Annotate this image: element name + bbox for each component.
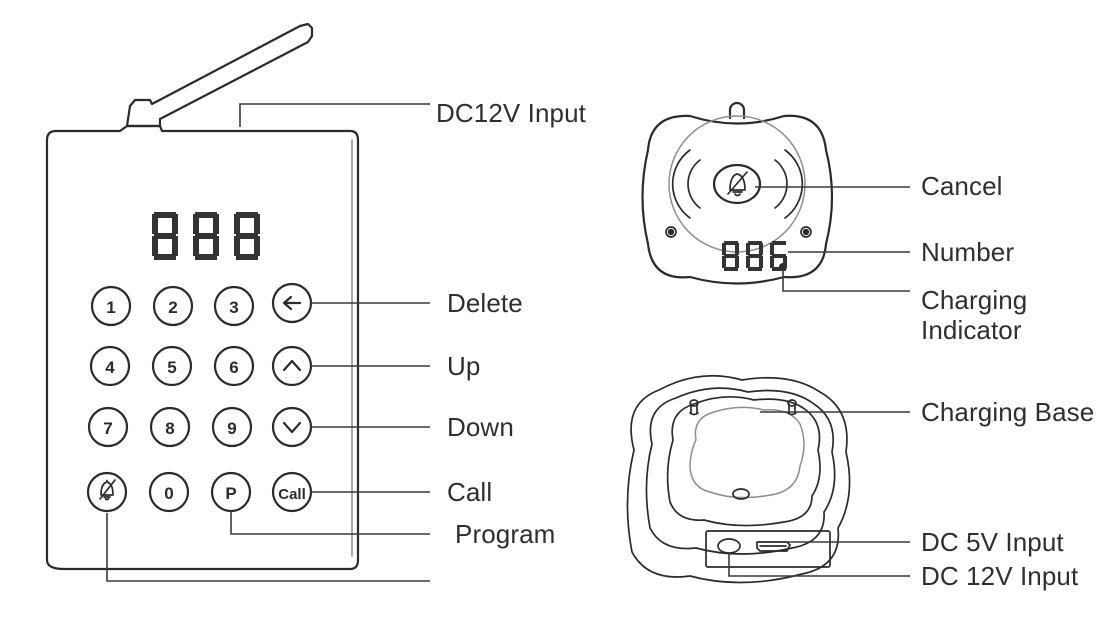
callout-call: Call [447, 477, 493, 507]
callout-dc12v-input-top: DC12V Input [436, 98, 586, 128]
svg-text:5: 5 [167, 358, 176, 377]
callout-program: Program [455, 519, 556, 549]
key-0: 0 [148, 471, 190, 513]
key-3: 3 [213, 285, 255, 327]
callout-charging-indicator-line2: Indicator [921, 315, 1022, 345]
keypad-keys: 1 2 3 4 5 6 7 8 9 0 P Call [86, 282, 313, 513]
leader-program [230, 511, 430, 535]
display-digit [193, 212, 219, 260]
key-program: P [210, 471, 252, 513]
dc-barrel-jack [717, 538, 741, 554]
display-digit [746, 241, 763, 271]
pager-screw-right [800, 226, 812, 238]
callout-charging-base: Charging Base [921, 397, 1095, 427]
callout-delete: Delete [447, 288, 523, 318]
callout-up: Up [447, 351, 481, 381]
key-down [271, 406, 313, 448]
leader-dc12v-base [728, 553, 910, 577]
key-mute [86, 471, 128, 513]
svg-text:3: 3 [229, 298, 238, 317]
display-digit [234, 212, 260, 260]
key-8: 8 [149, 406, 191, 448]
key-7: 7 [87, 406, 129, 448]
bell-mute-icon [727, 171, 748, 197]
diagram-canvas: .s{fill:none;stroke:#2b2b2b;stroke-width… [0, 0, 1104, 618]
callout-dc12v-input-base: DC 12V Input [921, 561, 1079, 591]
leader-charging-indicator [782, 271, 910, 292]
svg-text:7: 7 [103, 419, 112, 438]
pager-cancel-button [712, 163, 762, 205]
charging-base-device [626, 374, 851, 584]
display-digit [152, 212, 178, 260]
pager-number-display [722, 241, 787, 271]
arrow-left-icon [282, 295, 302, 311]
leader-dc12v-top [239, 103, 430, 127]
leader-mute [106, 513, 430, 582]
key-6: 6 [213, 345, 255, 387]
display-digit [722, 241, 739, 271]
key-9: 9 [211, 406, 253, 448]
bell-mute-icon [99, 479, 116, 501]
svg-text:Call: Call [278, 486, 306, 503]
key-delete [271, 282, 313, 324]
svg-text:9: 9 [227, 419, 236, 438]
key-up [271, 345, 313, 387]
svg-text:0: 0 [164, 484, 173, 503]
callout-down: Down [447, 412, 514, 442]
chevron-up-icon [282, 359, 302, 372]
key-4: 4 [89, 345, 131, 387]
svg-text:8: 8 [165, 419, 174, 438]
keypad-display [152, 212, 260, 260]
svg-text:2: 2 [168, 298, 177, 317]
pager-screw-left [665, 226, 677, 238]
svg-text:4: 4 [105, 358, 115, 377]
key-5: 5 [151, 345, 193, 387]
callout-number: Number [921, 237, 1015, 267]
keypad-antenna [125, 22, 314, 128]
svg-text:P: P [225, 484, 236, 503]
chevron-down-icon [282, 421, 302, 434]
svg-text:6: 6 [229, 358, 238, 377]
key-2: 2 [152, 285, 194, 327]
display-digit [770, 241, 787, 271]
callout-cancel: Cancel [921, 171, 1003, 201]
key-call: Call [271, 471, 313, 513]
key-1: 1 [90, 285, 132, 327]
keypad-leaders [106, 103, 430, 582]
callout-charging-indicator-line1: Charging [921, 285, 1028, 315]
svg-text:1: 1 [106, 298, 115, 317]
callout-dc5v-input: DC 5V Input [921, 527, 1064, 557]
